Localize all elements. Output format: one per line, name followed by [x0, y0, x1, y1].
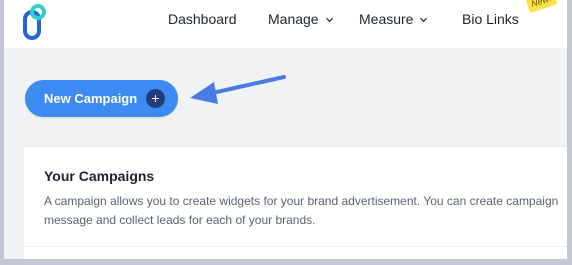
campaigns-card: Your Campaigns A campaign allows you to …: [24, 146, 567, 259]
campaigns-title: Your Campaigns: [44, 168, 155, 184]
nav-dashboard-label: Dashboard: [168, 11, 237, 27]
nav-measure[interactable]: Measure: [359, 11, 428, 27]
plus-icon: +: [146, 89, 165, 108]
nav-bio-links[interactable]: Bio Links: [462, 11, 519, 27]
top-navbar: Dashboard Manage Measure Bio Links New!: [4, 0, 567, 48]
nav-measure-label: Measure: [359, 11, 414, 27]
new-badge: New!: [525, 0, 558, 14]
campaigns-description: A campaign allows you to create widgets …: [44, 194, 559, 227]
chevron-down-icon: [420, 17, 428, 22]
brand-logo-icon[interactable]: [22, 2, 54, 42]
nav-manage-label: Manage: [268, 11, 319, 27]
divider: [24, 246, 567, 247]
new-campaign-label: New Campaign: [44, 91, 138, 106]
new-campaign-button[interactable]: New Campaign +: [25, 80, 178, 117]
chevron-down-icon: [325, 17, 333, 22]
app-window: Dashboard Manage Measure Bio Links New! …: [4, 0, 567, 259]
nav-bio-links-label: Bio Links: [462, 11, 519, 27]
nav-manage[interactable]: Manage: [268, 11, 334, 27]
annotation-arrow: [190, 75, 286, 104]
nav-dashboard[interactable]: Dashboard: [168, 11, 237, 27]
